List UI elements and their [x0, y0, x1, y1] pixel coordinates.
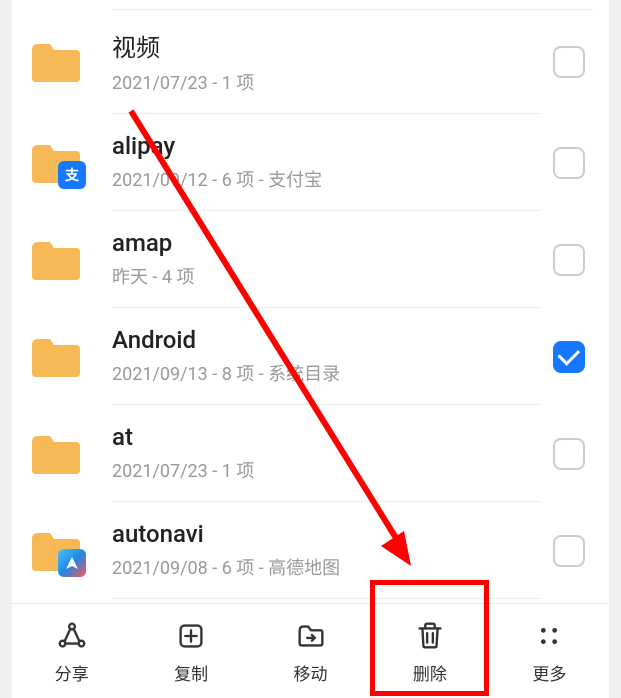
share-label: 分享 [55, 660, 89, 685]
file-info: alipay 2021/09/12 - 6 项 - 支付宝 [112, 132, 541, 211]
copy-label: 复制 [174, 660, 208, 685]
file-meta: 2021/09/12 - 6 项 - 支付宝 [112, 166, 541, 192]
more-icon [531, 618, 567, 654]
file-meta: 2021/09/13 - 8 项 - 系统目录 [112, 360, 541, 386]
file-info: autonavi 2021/09/08 - 6 项 - 高德地图 [112, 520, 541, 599]
file-info: Android 2021/09/13 - 8 项 - 系统目录 [112, 326, 541, 405]
trash-icon [412, 618, 448, 654]
file-title: amap [112, 229, 541, 257]
list-item[interactable]: Android 2021/09/13 - 8 项 - 系统目录 [12, 308, 609, 405]
folder-icon [28, 430, 84, 478]
share-icon [54, 618, 90, 654]
file-title: at [112, 423, 541, 451]
move-label: 移动 [294, 660, 328, 685]
partial-row-divider [112, 0, 593, 10]
file-info: at 2021/07/23 - 1 项 [112, 423, 541, 502]
autonavi-badge-icon [58, 549, 86, 577]
file-meta: 2021/09/08 - 6 项 - 高德地图 [112, 554, 541, 580]
file-meta: 昨天 - 4 项 [112, 263, 541, 289]
checkbox[interactable] [553, 535, 585, 567]
folder-icon [28, 236, 84, 284]
more-button[interactable]: 更多 [490, 604, 609, 698]
file-info: amap 昨天 - 4 项 [112, 229, 541, 308]
alipay-badge-icon: 支 [58, 161, 86, 189]
copy-icon [173, 618, 209, 654]
file-title: Android [112, 326, 541, 354]
folder-icon [28, 527, 84, 575]
list-item[interactable]: 支 alipay 2021/09/12 - 6 项 - 支付宝 [12, 114, 609, 211]
file-title: autonavi [112, 520, 541, 548]
list-item[interactable]: at 2021/07/23 - 1 项 [12, 405, 609, 502]
share-button[interactable]: 分享 [12, 604, 131, 698]
checkbox[interactable] [553, 341, 585, 373]
file-meta: 2021/07/23 - 1 项 [112, 457, 541, 483]
delete-button[interactable]: 删除 [370, 604, 489, 698]
folder-icon [28, 333, 84, 381]
list-item[interactable]: 视频 2021/07/23 - 1 项 [12, 10, 609, 114]
file-title: 视频 [112, 28, 541, 63]
file-manager-container: 视频 2021/07/23 - 1 项 支 alipay 2021/09/12 … [12, 0, 609, 698]
list-item[interactable]: autonavi 2021/09/08 - 6 项 - 高德地图 [12, 502, 609, 599]
folder-icon: 支 [28, 139, 84, 187]
move-icon [293, 618, 329, 654]
file-meta: 2021/07/23 - 1 项 [112, 69, 541, 95]
file-info: 视频 2021/07/23 - 1 项 [112, 28, 541, 114]
checkbox[interactable] [553, 147, 585, 179]
bottom-toolbar: 分享 复制 移动 [12, 603, 609, 698]
checkbox[interactable] [553, 438, 585, 470]
copy-button[interactable]: 复制 [131, 604, 250, 698]
more-label: 更多 [532, 660, 566, 685]
list-item[interactable]: amap 昨天 - 4 项 [12, 211, 609, 308]
checkbox[interactable] [553, 244, 585, 276]
move-button[interactable]: 移动 [251, 604, 370, 698]
folder-icon [28, 38, 84, 86]
file-list: 视频 2021/07/23 - 1 项 支 alipay 2021/09/12 … [12, 0, 609, 603]
file-title: alipay [112, 132, 541, 160]
checkbox[interactable] [553, 46, 585, 78]
delete-label: 删除 [413, 660, 447, 685]
